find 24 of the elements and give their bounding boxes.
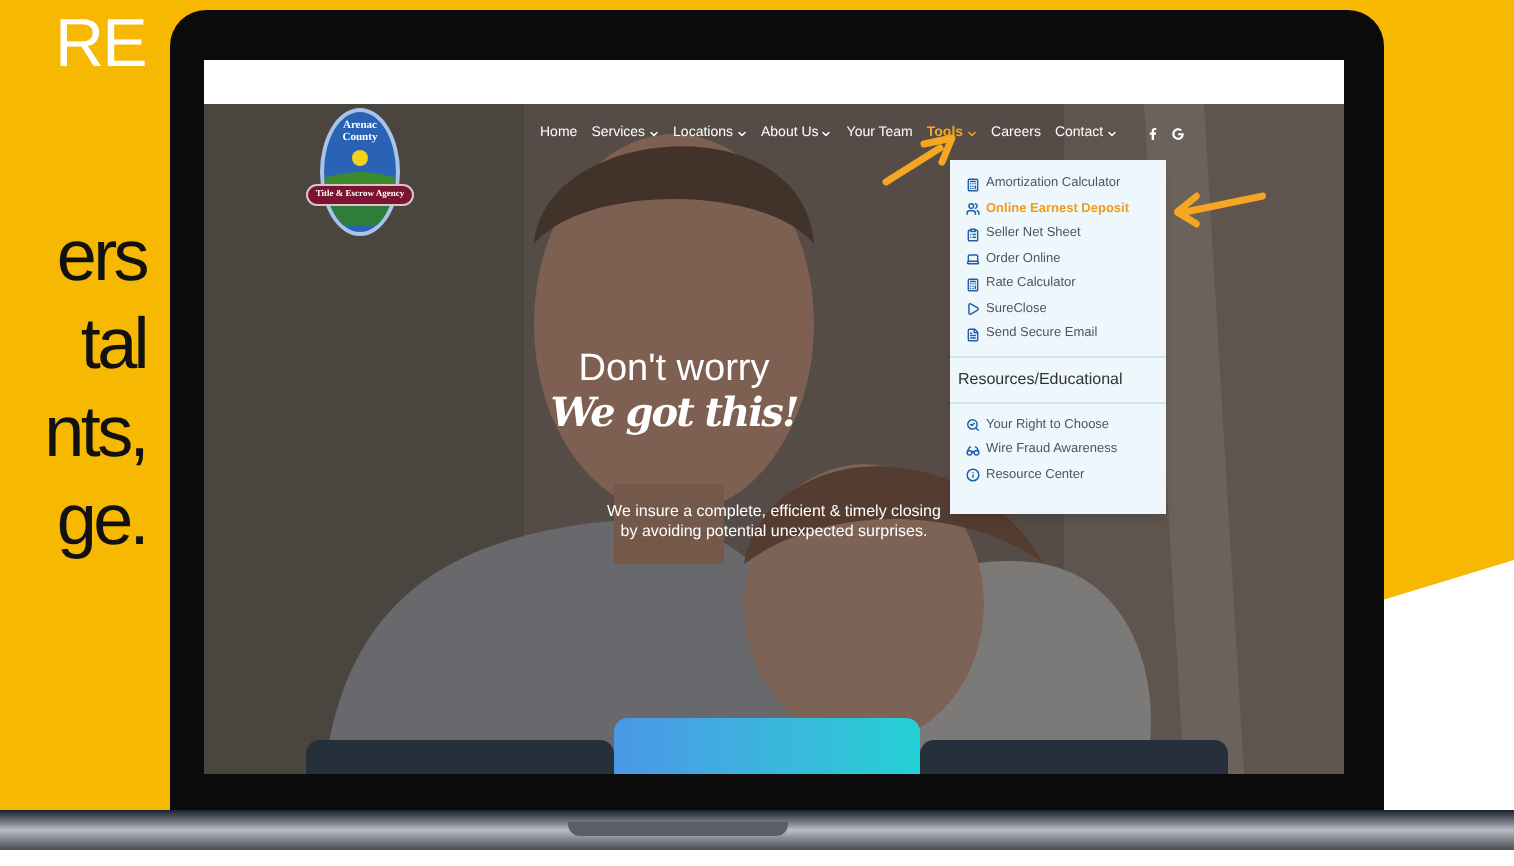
feature-card[interactable] [919, 740, 1227, 774]
info-icon [966, 468, 980, 483]
promo-text: ge. [56, 476, 146, 564]
promo-text: tal [80, 300, 146, 388]
feature-card[interactable] [305, 740, 613, 774]
document-icon [966, 327, 980, 342]
facebook-icon[interactable] [1147, 128, 1158, 140]
promo-heading: RE [54, 8, 146, 80]
calculator-icon [966, 277, 980, 292]
feature-card[interactable] [613, 718, 919, 774]
callout-arrow [1172, 188, 1268, 228]
promo-text: ers [56, 212, 146, 300]
hero-script: We got this! [550, 390, 798, 434]
clipboard-icon [966, 227, 980, 242]
users-icon [966, 202, 980, 217]
laptop-icon [966, 252, 980, 267]
play-icon [966, 302, 980, 317]
magnifier-icon [966, 418, 980, 433]
menu-section-heading: Resources/Educational [956, 367, 1125, 391]
hero-tagline: We insure a complete, efficient & timely closing by avoiding potential unexpected surprises. [607, 502, 941, 542]
calculator-icon [966, 177, 980, 192]
google-icon[interactable] [1171, 128, 1184, 140]
hero-title: Don't worry [578, 350, 770, 390]
promo-text: nts, [44, 388, 146, 476]
